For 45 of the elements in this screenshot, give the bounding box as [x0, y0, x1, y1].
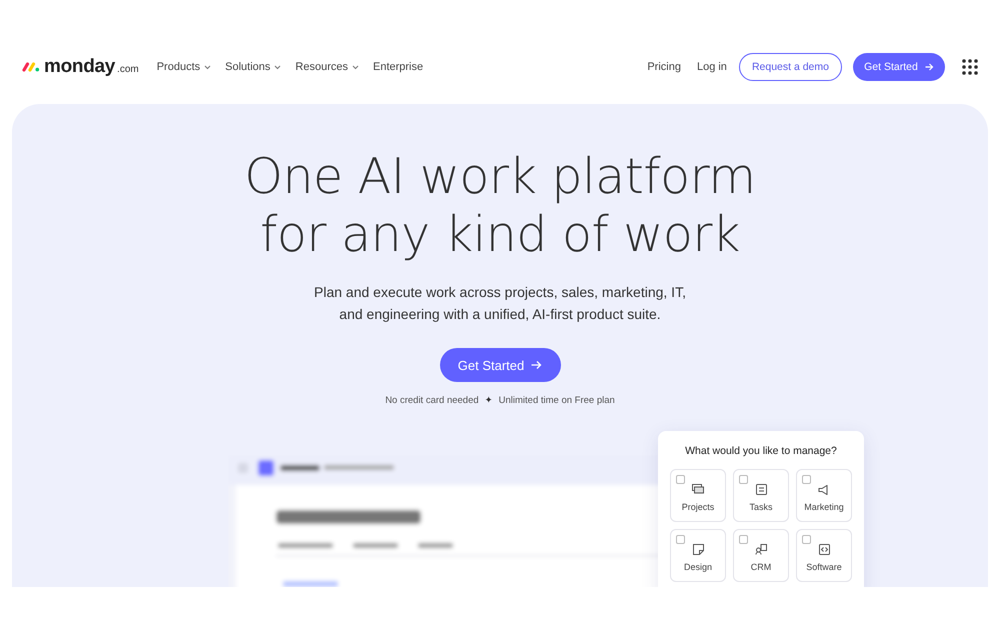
chevron-down-icon	[352, 64, 359, 70]
nav-menu-item[interactable]: Solutions	[225, 61, 282, 73]
option-card[interactable]: CRM	[733, 529, 789, 582]
request-demo-button[interactable]: Request a demo	[738, 53, 842, 81]
megaphone-icon	[818, 485, 830, 495]
logo-domain: .com	[117, 64, 139, 75]
sticky-note-icon	[692, 544, 704, 555]
get-started-button[interactable]: Get Started	[440, 348, 560, 382]
note-text: No credit card needed	[385, 395, 479, 406]
hero-subtitle: and engineering with a unified, AI-first product suite.	[339, 305, 661, 324]
contacts-icon	[755, 544, 767, 555]
code-icon	[818, 544, 830, 555]
checkbox[interactable]	[676, 475, 685, 484]
chevron-down-icon	[204, 64, 212, 70]
hero-subtitle: Plan and execute work across projects, sales, marketing, IT,	[314, 283, 686, 302]
option-card[interactable]: Design	[670, 529, 726, 582]
logo-wordmark: monday	[44, 56, 116, 78]
checklist-icon	[756, 484, 766, 495]
hero-heading: for any kind of work	[260, 206, 740, 264]
nav-menu-item[interactable]: Enterprise	[372, 61, 424, 73]
nav-menu-item[interactable]: Resources	[295, 61, 359, 73]
option-card[interactable]: Marketing	[796, 469, 852, 522]
arrow-right-icon	[924, 63, 934, 71]
nav-link[interactable]: Log in	[696, 61, 727, 73]
option-card[interactable]: Tasks	[733, 469, 789, 522]
arrow-right-icon	[531, 360, 542, 370]
panel-title: What would you like to manage?	[685, 445, 837, 457]
get-started-button[interactable]: Get Started	[853, 53, 945, 81]
option-card[interactable]: Projects	[670, 469, 726, 522]
logo-icon	[22, 62, 40, 72]
nav-menu-item[interactable]: Products	[156, 61, 212, 73]
note-text: Unlimited time on Free plan	[498, 395, 615, 406]
checkbox[interactable]	[739, 535, 748, 544]
stacked-windows-icon	[692, 484, 704, 495]
chevron-down-icon	[274, 64, 282, 70]
logo-link[interactable]: monday.com	[22, 56, 139, 78]
apps-grid-icon[interactable]	[962, 59, 978, 75]
option-card[interactable]: Software	[796, 529, 852, 582]
nav-link[interactable]: Pricing	[647, 61, 681, 73]
sparkle-separator: ✦	[484, 395, 493, 406]
checkbox[interactable]	[739, 475, 748, 484]
hero-heading: One AI work platform	[244, 148, 756, 206]
checkbox[interactable]	[802, 535, 811, 544]
checkbox[interactable]	[676, 535, 685, 544]
checkbox[interactable]	[802, 475, 811, 484]
